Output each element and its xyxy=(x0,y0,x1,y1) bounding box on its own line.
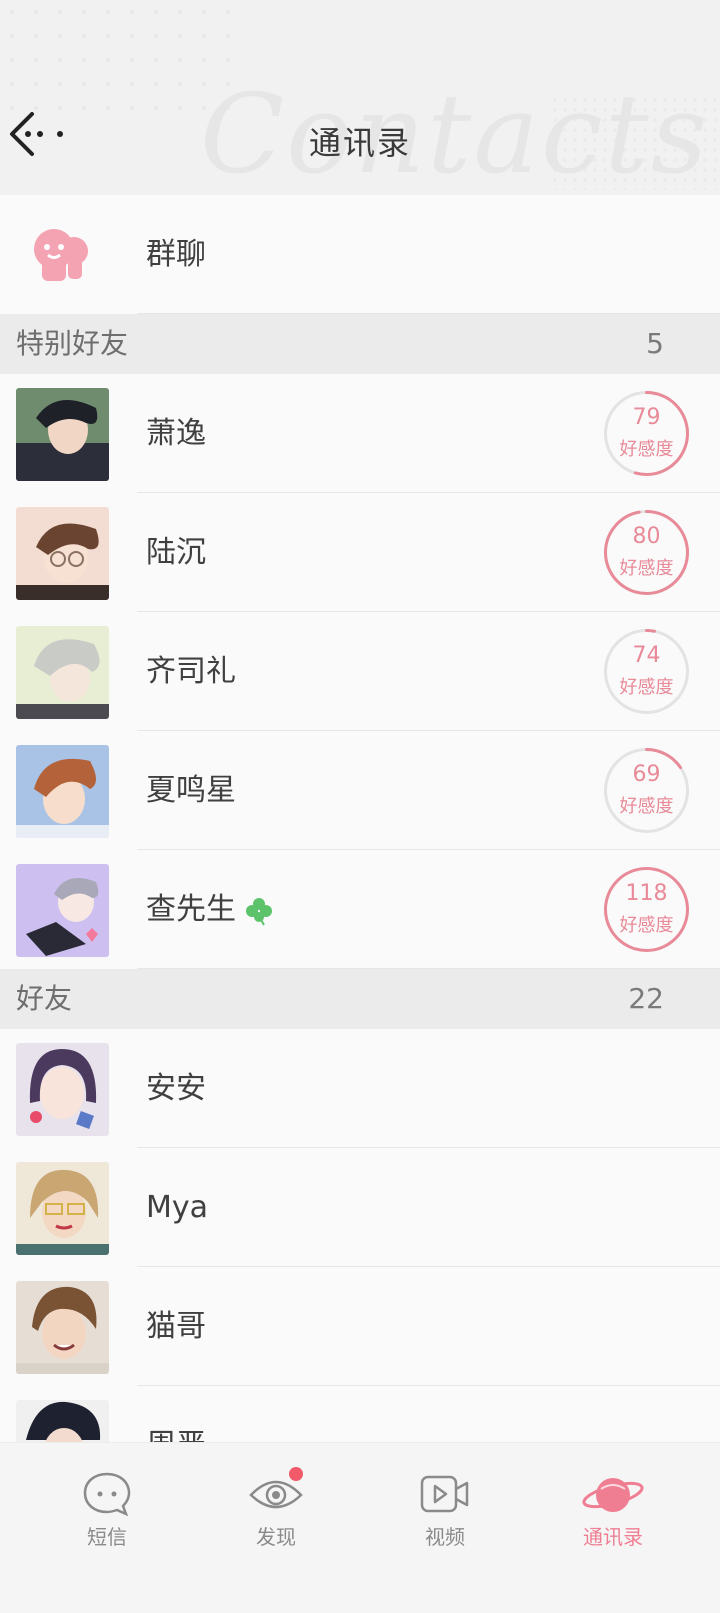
bottom-nav: 短信 发现 视频 通讯录 xyxy=(0,1442,720,1613)
affinity-ring xyxy=(604,391,689,476)
avatar xyxy=(16,388,109,481)
page-title: 通讯录 xyxy=(308,124,411,162)
section-title: 好友 xyxy=(16,982,73,1015)
nav-item-sms[interactable]: 短信 xyxy=(47,1471,167,1550)
contact-name-text: 查先生 xyxy=(146,892,236,927)
contacts-planet-icon xyxy=(582,1471,644,1517)
affinity-badge: 79 好感度 xyxy=(603,390,690,477)
sms-icon xyxy=(82,1471,132,1517)
affinity-value: 69 xyxy=(632,762,661,787)
contact-row[interactable]: Mya xyxy=(0,1148,720,1267)
section-title: 特别好友 xyxy=(16,327,129,360)
avatar xyxy=(16,1281,109,1374)
affinity-ring xyxy=(604,867,689,952)
affinity-label: 好感度 xyxy=(619,796,674,817)
nav-label: 通讯录 xyxy=(583,1525,643,1549)
nav-label: 视频 xyxy=(425,1525,465,1549)
video-icon xyxy=(420,1471,470,1517)
eye-icon xyxy=(249,1467,303,1517)
avatar xyxy=(16,864,109,957)
section-count: 22 xyxy=(628,982,664,1015)
nav-item-contacts[interactable]: 通讯录 xyxy=(553,1471,673,1550)
group-chat-icon xyxy=(34,229,88,281)
contact-name: 安安 xyxy=(146,1071,206,1106)
group-chat-label: 群聊 xyxy=(146,237,206,272)
contact-row[interactable]: 安安 xyxy=(0,1029,720,1148)
avatar xyxy=(16,507,109,600)
section-header-special-friends: 特别好友 5 xyxy=(0,314,720,374)
contact-row[interactable]: 萧逸 79 好感度 xyxy=(0,374,720,493)
affinity-value: 79 xyxy=(632,405,661,430)
nav-label: 短信 xyxy=(87,1525,127,1549)
affinity-value: 74 xyxy=(632,643,661,668)
affinity-value: 118 xyxy=(625,881,668,906)
affinity-badge: 80 好感度 xyxy=(603,509,690,596)
affinity-ring xyxy=(604,748,689,833)
group-chat-row[interactable]: 群聊 xyxy=(0,195,720,314)
affinity-label: 好感度 xyxy=(619,439,674,460)
nav-label: 发现 xyxy=(256,1525,296,1549)
affinity-value: 80 xyxy=(632,524,661,549)
contact-row[interactable]: 查先生 118 好感度 xyxy=(0,850,720,969)
affinity-ring xyxy=(604,510,689,595)
affinity-label: 好感度 xyxy=(619,677,674,698)
header: Contacts 通讯录 xyxy=(0,0,720,195)
contact-name: Mya xyxy=(146,1190,209,1225)
nav-item-discover[interactable]: 发现 xyxy=(216,1467,336,1550)
clover-icon xyxy=(246,897,272,925)
affinity-ring xyxy=(604,629,689,714)
avatar xyxy=(16,1043,109,1136)
avatar xyxy=(16,1162,109,1255)
nav-item-video[interactable]: 视频 xyxy=(385,1471,505,1550)
section-header-friends: 好友 22 xyxy=(0,969,720,1029)
notification-badge xyxy=(289,1467,303,1481)
contact-name: 陆沉 xyxy=(146,535,206,570)
contact-name: 夏鸣星 xyxy=(146,773,236,808)
contact-name: 齐司礼 xyxy=(146,654,236,689)
affinity-badge: 74 好感度 xyxy=(603,628,690,715)
section-count: 5 xyxy=(646,327,664,360)
affinity-label: 好感度 xyxy=(619,558,674,579)
avatar xyxy=(16,626,109,719)
contact-row[interactable]: 猫哥 xyxy=(0,1267,720,1386)
contact-row[interactable]: 齐司礼 74 好感度 xyxy=(0,612,720,731)
contact-name: 猫哥 xyxy=(146,1309,206,1344)
contact-row[interactable]: 陆沉 80 好感度 xyxy=(0,493,720,612)
contact-list: 群聊 特别好友 5 萧逸 79 好感度 陆沉 80 好感度 齐司礼 74 好感度… xyxy=(0,195,720,1505)
contact-name: 查先生 xyxy=(146,850,274,969)
contact-name: 萧逸 xyxy=(146,416,206,451)
avatar xyxy=(16,745,109,838)
affinity-label: 好感度 xyxy=(619,915,674,936)
affinity-badge: 118 好感度 xyxy=(603,866,690,953)
affinity-badge: 69 好感度 xyxy=(603,747,690,834)
contact-row[interactable]: 夏鸣星 69 好感度 xyxy=(0,731,720,850)
